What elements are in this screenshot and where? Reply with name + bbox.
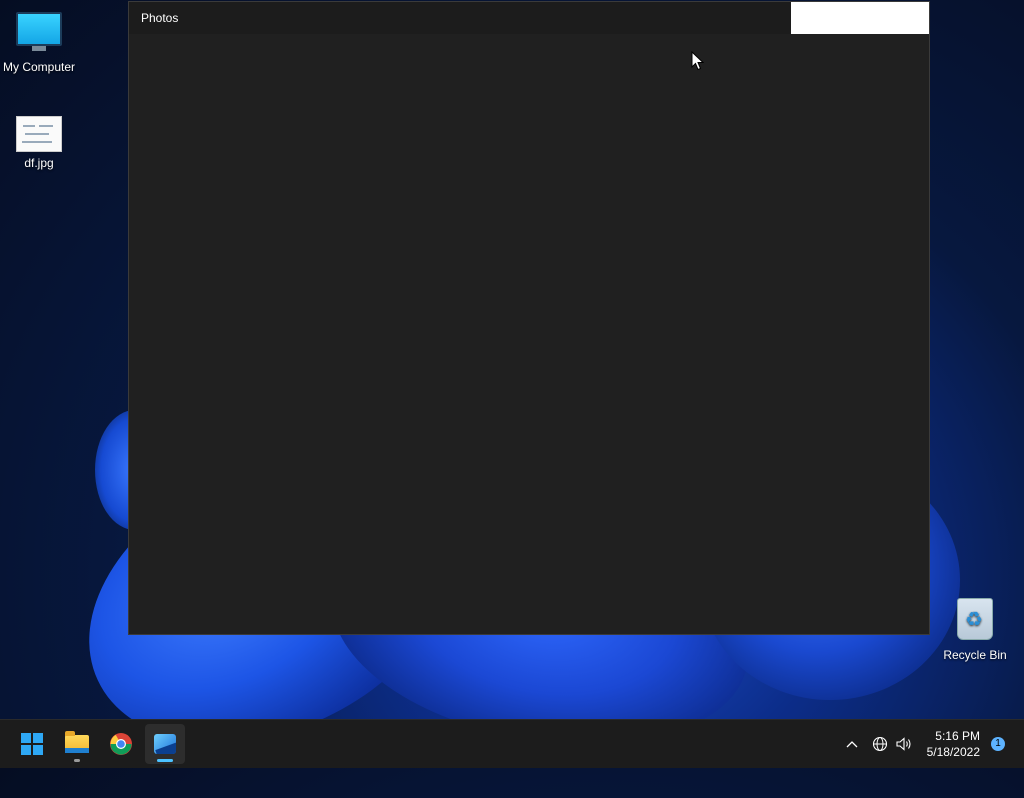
chrome-button[interactable] bbox=[101, 724, 141, 764]
system-clock[interactable]: 5:16 PM 5/18/2022 bbox=[927, 728, 980, 760]
photos-taskbar-button[interactable] bbox=[145, 724, 185, 764]
clock-time: 5:16 PM bbox=[935, 729, 980, 743]
running-indicator bbox=[74, 759, 80, 762]
taskbar: 5:16 PM 5/18/2022 1 bbox=[0, 719, 1024, 768]
chrome-icon bbox=[110, 733, 132, 755]
desktop-icon-df-jpg[interactable]: df.jpg bbox=[1, 116, 77, 170]
desktop-icon-recycle-bin[interactable]: Recycle Bin bbox=[937, 598, 1013, 662]
active-indicator bbox=[157, 759, 173, 762]
network-button[interactable] bbox=[869, 720, 891, 768]
file-explorer-button[interactable] bbox=[57, 724, 97, 764]
window-controls[interactable] bbox=[791, 2, 929, 34]
start-button[interactable] bbox=[12, 724, 52, 764]
speaker-icon bbox=[896, 737, 911, 751]
window-title: Photos bbox=[141, 11, 179, 25]
windows-logo-icon bbox=[21, 733, 43, 755]
folder-icon bbox=[65, 731, 89, 753]
globe-icon bbox=[872, 736, 888, 752]
notification-badge[interactable]: 1 bbox=[991, 737, 1005, 751]
chevron-up-icon bbox=[846, 741, 858, 748]
desktop-icon-label: My Computer bbox=[2, 60, 76, 74]
show-hidden-icons-button[interactable] bbox=[842, 720, 862, 768]
clock-date: 5/18/2022 bbox=[926, 745, 980, 759]
mouse-cursor-icon bbox=[691, 51, 705, 71]
desktop-icon-my-computer[interactable]: My Computer bbox=[1, 2, 77, 74]
desktop-icon-label: Recycle Bin bbox=[943, 648, 1007, 662]
volume-button[interactable] bbox=[893, 720, 915, 768]
recycle-bin-icon bbox=[957, 598, 993, 640]
photos-icon bbox=[154, 734, 176, 754]
photos-window[interactable]: Photos bbox=[128, 1, 930, 635]
image-file-icon bbox=[16, 116, 62, 152]
desktop-icon-label: df.jpg bbox=[24, 156, 54, 170]
window-titlebar[interactable]: Photos bbox=[129, 2, 929, 34]
photo-viewer-area[interactable] bbox=[129, 34, 929, 634]
computer-icon bbox=[16, 12, 62, 51]
